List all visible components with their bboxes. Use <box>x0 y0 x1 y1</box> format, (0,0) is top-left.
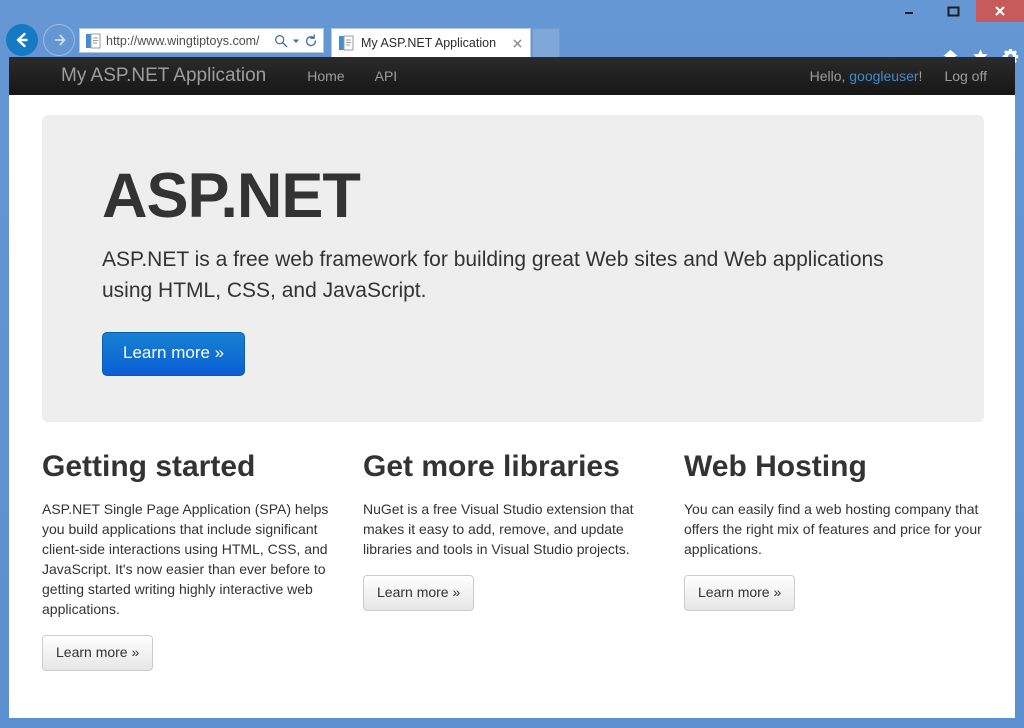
navbar-user-area: Hello, googleuser! Log off <box>810 68 987 84</box>
greeting-prefix: Hello, <box>810 68 850 84</box>
nav-link-api[interactable]: API <box>360 68 413 84</box>
maximize-button[interactable] <box>931 0 976 22</box>
greeting-suffix: ! <box>919 68 923 84</box>
close-icon <box>994 5 1006 17</box>
jumbotron-learn-more-button[interactable]: Learn more » <box>102 332 245 376</box>
forward-button[interactable] <box>43 24 75 56</box>
user-greeting: Hello, googleuser! <box>810 68 923 84</box>
feature-heading: Web Hosting <box>684 450 984 483</box>
search-icon[interactable] <box>271 30 290 52</box>
feature-learn-more-button[interactable]: Learn more » <box>363 575 474 611</box>
feature-heading: Getting started <box>42 450 336 483</box>
navbar-brand[interactable]: My ASP.NET Application <box>61 65 266 87</box>
site-navbar: My ASP.NET Application Home API Hello, g… <box>9 57 1015 95</box>
title-bar <box>0 0 1024 22</box>
feature-getting-started: Getting started ASP.NET Single Page Appl… <box>42 450 363 671</box>
jumbotron-description: ASP.NET is a free web framework for buil… <box>102 245 902 306</box>
address-input[interactable]: http://www.wingtiptoys.com/ <box>106 34 271 48</box>
logoff-link[interactable]: Log off <box>944 68 987 84</box>
feature-learn-more-button[interactable]: Learn more » <box>42 635 153 671</box>
feature-learn-more-button[interactable]: Learn more » <box>684 575 795 611</box>
minimize-button[interactable] <box>886 0 931 22</box>
close-button[interactable] <box>976 0 1024 22</box>
browser-tab[interactable]: My ASP.NET Application <box>331 28 531 57</box>
feature-web-hosting: Web Hosting You can easily find a web ho… <box>684 450 984 671</box>
jumbotron-title: ASP.NET <box>102 163 924 229</box>
jumbotron: ASP.NET ASP.NET is a free web framework … <box>42 115 984 422</box>
feature-get-more-libraries: Get more libraries NuGet is a free Visua… <box>363 450 684 671</box>
chevron-down-icon[interactable] <box>290 30 301 52</box>
address-bar[interactable]: http://www.wingtiptoys.com/ <box>79 28 324 53</box>
feature-columns: Getting started ASP.NET Single Page Appl… <box>42 450 984 671</box>
maximize-icon <box>947 5 960 18</box>
page-viewport: My ASP.NET Application Home API Hello, g… <box>9 57 1015 718</box>
page-icon <box>85 33 101 49</box>
feature-heading: Get more libraries <box>363 450 657 483</box>
page-icon <box>338 35 354 51</box>
new-tab-button[interactable] <box>532 28 560 57</box>
tab-close-icon[interactable] <box>508 34 526 52</box>
window-controls <box>886 0 1024 22</box>
tab-title: My ASP.NET Application <box>361 36 508 50</box>
tab-strip: My ASP.NET Application <box>331 28 560 57</box>
feature-body: NuGet is a free Visual Studio extension … <box>363 499 657 559</box>
page-container: ASP.NET ASP.NET is a free web framework … <box>9 115 1015 671</box>
refresh-icon[interactable] <box>301 30 320 52</box>
navbar-links: Home API <box>292 68 412 84</box>
minimize-icon <box>903 5 915 17</box>
feature-body: ASP.NET Single Page Application (SPA) he… <box>42 499 336 619</box>
user-name-link[interactable]: googleuser <box>849 68 918 84</box>
arrow-right-icon <box>50 31 68 49</box>
back-button[interactable] <box>6 24 38 56</box>
nav-link-home[interactable]: Home <box>292 68 359 84</box>
browser-toolbar: http://www.wingtiptoys.com/ <box>0 22 1024 57</box>
feature-body: You can easily find a web hosting compan… <box>684 499 984 559</box>
arrow-left-icon <box>12 30 32 50</box>
browser-window: http://www.wingtiptoys.com/ <box>0 0 1024 728</box>
